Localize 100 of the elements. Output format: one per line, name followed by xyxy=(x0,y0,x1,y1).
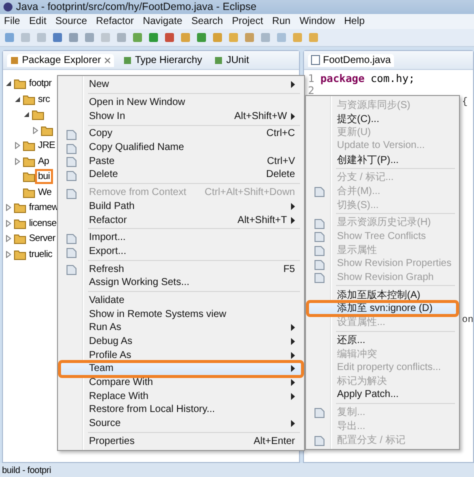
toolbar-icon[interactable] xyxy=(84,32,95,43)
view-tab[interactable]: Package Explorer xyxy=(7,54,114,66)
menu-item[interactable]: New xyxy=(60,78,302,92)
menu-item[interactable]: 添加至版本控制(A) xyxy=(308,288,457,302)
app-icon xyxy=(3,2,13,12)
menu[interactable]: File xyxy=(4,16,20,27)
menu-item[interactable]: Restore from Local History... xyxy=(60,403,302,417)
menu-item[interactable]: Run As xyxy=(60,321,302,335)
toolbar-icon[interactable] xyxy=(244,32,255,43)
collapsed-arrow-icon[interactable] xyxy=(5,250,12,258)
menu-item[interactable]: Show in Remote Systems view xyxy=(60,307,302,321)
collapsed-arrow-icon[interactable] xyxy=(5,204,12,212)
code-keyword: package xyxy=(320,73,365,85)
toolbar-icon[interactable] xyxy=(68,32,79,43)
menu-item[interactable]: 创建补丁(P)... xyxy=(308,152,457,166)
menu[interactable]: Edit xyxy=(29,16,46,27)
code-text: on xyxy=(462,314,474,325)
java-file-icon xyxy=(311,55,320,65)
window-title: Java - footprint/src/com/hy/FootDemo.java - Eclipse xyxy=(16,1,256,13)
expanded-arrow-icon[interactable] xyxy=(23,111,30,118)
folder-icon xyxy=(14,78,26,90)
tree-item[interactable]: truelic xyxy=(28,248,54,260)
menu-item[interactable]: Copy Ctrl+C xyxy=(60,127,302,141)
toolbar-icon[interactable] xyxy=(116,32,127,43)
status-text: build - footpri xyxy=(2,465,52,475)
menu[interactable]: Run xyxy=(272,16,290,27)
tree-item[interactable]: footpr xyxy=(28,78,52,90)
folder-icon xyxy=(23,156,35,167)
menu[interactable]: Refactor xyxy=(96,16,134,27)
line-number: 1 xyxy=(308,73,314,85)
menu[interactable]: Help xyxy=(344,16,365,27)
menu[interactable]: Source xyxy=(55,16,88,27)
toolbar-icon[interactable] xyxy=(228,32,239,43)
toolbar-icon[interactable] xyxy=(148,32,159,43)
tree-item[interactable]: src xyxy=(37,94,51,105)
view-icon xyxy=(122,56,132,64)
folder-icon xyxy=(14,233,26,244)
toolbar-icon[interactable] xyxy=(292,32,303,43)
toolbar-icon[interactable] xyxy=(4,32,15,43)
menu-item[interactable]: Apply Patch... xyxy=(308,388,457,402)
tree-item[interactable]: We xyxy=(37,186,52,198)
collapsed-arrow-icon[interactable] xyxy=(14,158,21,165)
expanded-arrow-icon[interactable] xyxy=(5,80,12,88)
folder-icon xyxy=(23,94,35,105)
toolbar-icon[interactable] xyxy=(132,32,143,43)
toolbar-icon[interactable] xyxy=(260,32,271,43)
line-number: 2 xyxy=(308,85,314,97)
expanded-arrow-icon[interactable] xyxy=(14,96,21,103)
menu-item[interactable]: Export... xyxy=(60,244,302,258)
collapsed-arrow-icon[interactable] xyxy=(32,126,39,134)
close-icon[interactable] xyxy=(104,56,111,64)
folder-icon xyxy=(14,202,26,214)
tree-item[interactable]: Server xyxy=(28,233,56,244)
collapsed-arrow-icon[interactable] xyxy=(5,235,12,242)
view-tab[interactable]: Type Hierarchy xyxy=(120,54,206,66)
toolbar-icon[interactable] xyxy=(196,32,207,43)
menu-item[interactable]: Validate xyxy=(60,294,302,308)
menu-item[interactable]: Open in New Window xyxy=(60,96,302,110)
menu[interactable]: Project xyxy=(232,16,264,27)
menu-item[interactable]: Build Path xyxy=(60,200,302,214)
menu-item[interactable]: Debug As xyxy=(60,334,302,348)
toolbar-icon[interactable] xyxy=(164,32,175,43)
menu-item[interactable]: Delete Delete xyxy=(60,168,302,182)
menu-item[interactable]: Properties Alt+Enter xyxy=(60,434,302,448)
view-tab[interactable]: JUnit xyxy=(211,54,252,66)
menu-item[interactable]: Compare With xyxy=(60,376,302,390)
folder-icon xyxy=(14,218,26,229)
menu-item[interactable]: Profile As xyxy=(60,348,302,362)
menu-item[interactable]: 添加至 svn:ignore (D) xyxy=(308,302,457,316)
menu-item[interactable]: Import... xyxy=(60,230,302,245)
toolbar-icon[interactable] xyxy=(52,32,63,43)
menu[interactable]: Search xyxy=(191,16,223,27)
menu-item[interactable]: Show In Alt+Shift+W xyxy=(60,109,302,124)
menu[interactable]: Navigate xyxy=(142,16,182,27)
toolbar-icon[interactable] xyxy=(308,32,319,43)
menu-item[interactable]: Refresh F5 xyxy=(60,262,302,276)
toolbar-icon[interactable] xyxy=(212,32,223,43)
menu-item[interactable]: 提交(C)... xyxy=(308,112,457,126)
toolbar-icon[interactable] xyxy=(180,32,191,43)
view-icon xyxy=(10,56,19,64)
menu[interactable]: Window xyxy=(299,16,336,27)
menu-item[interactable]: Assign Working Sets... xyxy=(60,276,302,290)
folder-icon xyxy=(23,140,35,152)
folder-icon xyxy=(14,248,26,260)
collapsed-arrow-icon[interactable] xyxy=(5,220,12,227)
tree-item[interactable]: Ap xyxy=(37,156,50,167)
menu-item[interactable]: 还原... xyxy=(308,333,457,347)
toolbar-icon[interactable] xyxy=(276,32,287,43)
collapsed-arrow-icon[interactable] xyxy=(14,142,21,150)
tree-item[interactable]: JRE xyxy=(37,140,56,152)
menu-item[interactable]: Team xyxy=(60,362,302,376)
tree-item[interactable]: license xyxy=(28,218,58,229)
tree-item[interactable]: bui xyxy=(37,171,51,182)
menu-item[interactable]: Copy Qualified Name xyxy=(60,140,302,154)
menu-item[interactable]: Refactor Alt+Shift+T xyxy=(60,213,302,227)
menu-item[interactable]: Paste Ctrl+V xyxy=(60,154,302,168)
code-text: { xyxy=(462,96,468,107)
menu-item[interactable]: Source xyxy=(60,416,302,430)
menu-item[interactable]: Replace With xyxy=(60,389,302,404)
editor-tab[interactable]: FootDemo.java xyxy=(308,54,394,66)
